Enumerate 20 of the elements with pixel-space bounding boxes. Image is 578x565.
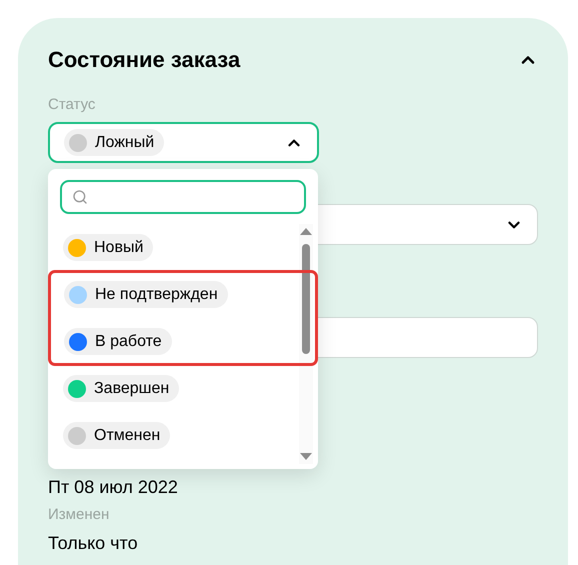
option-label: Отменен	[94, 426, 160, 445]
status-option[interactable]: Новый	[48, 224, 318, 271]
option-label: В работе	[95, 332, 162, 351]
created-date: Пт 08 июл 2022	[48, 477, 178, 497]
search-icon	[72, 189, 88, 205]
option-label: Новый	[94, 238, 144, 257]
field-label: Статус	[48, 97, 96, 113]
field-label: Изменен	[48, 507, 110, 523]
option-label: Завершен	[94, 379, 170, 398]
card-title: Состояние заказа	[48, 47, 240, 73]
status-select[interactable]: Ложный	[48, 122, 319, 163]
status-option[interactable]: В работе	[49, 318, 317, 365]
search-field[interactable]	[60, 180, 306, 214]
option-label: Не подтвержден	[95, 285, 218, 304]
status-option[interactable]: Не подтвержден	[49, 271, 317, 318]
status-option[interactable]: Отменен	[48, 412, 318, 459]
status-option[interactable]: Завершен	[48, 365, 318, 412]
status-value: Ложный	[95, 133, 154, 152]
modified-value: Только что	[48, 533, 138, 553]
scrollbar[interactable]	[299, 224, 313, 464]
